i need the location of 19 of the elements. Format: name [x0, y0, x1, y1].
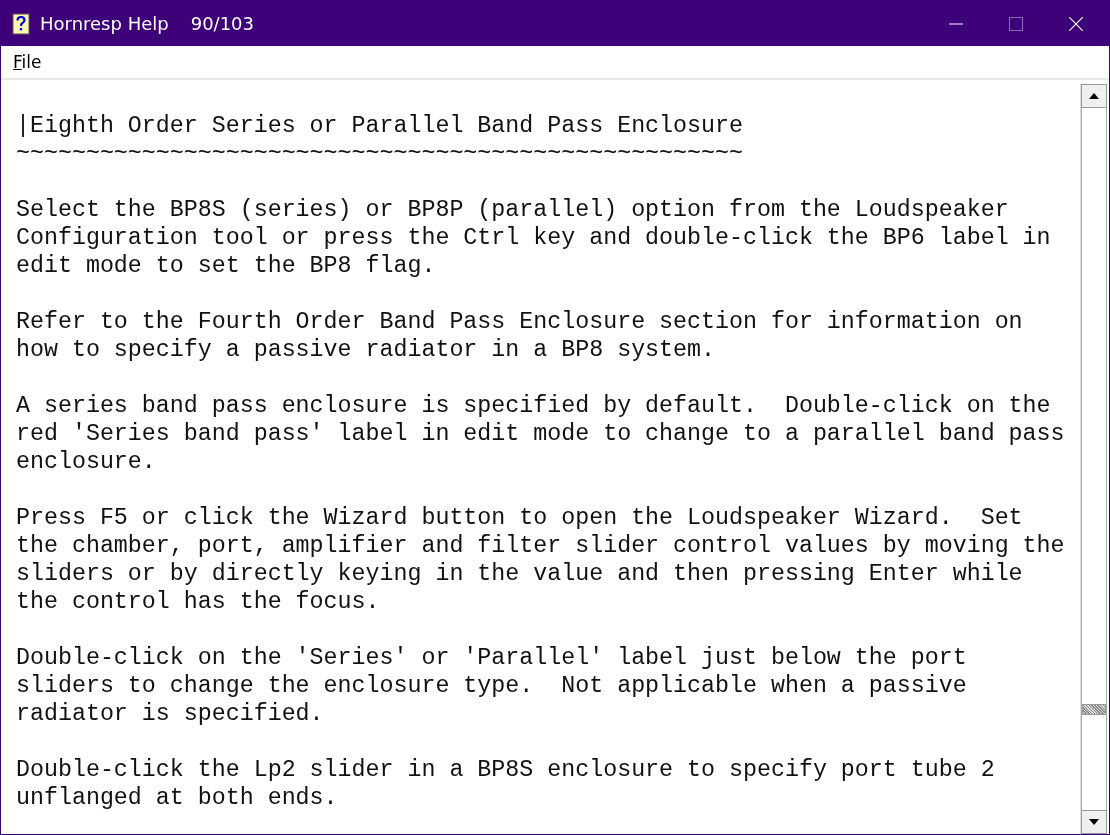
- paragraph: A series band pass enclosure is specified by default. Double-click on the red 'Series band pass' label in edit mode to change to a parallel band pass enclosure.: [16, 392, 1066, 476]
- help-icon: [12, 12, 30, 35]
- up-arrow-icon: [1089, 93, 1099, 99]
- scroll-thumb[interactable]: [1082, 704, 1106, 715]
- menu-item[interactable]: File: [13, 52, 42, 72]
- window-title: Hornresp Help: [40, 13, 169, 34]
- down-arrow-icon: [1089, 819, 1099, 825]
- paragraph: Double-click on the 'Series' or 'Parallel' label just below the port sliders to change the enclosure type. Not applicable when a passive radiator is specified.: [16, 644, 968, 728]
- scroll-down-button[interactable]: [1081, 810, 1107, 834]
- close-icon[interactable]: [1069, 16, 1083, 31]
- page-counter: 90/103: [190, 13, 254, 34]
- maximize-icon[interactable]: [1009, 16, 1023, 31]
- heading-underline: ~~~~~~~~~~~~~~~~~~~~~~~~~~~~~~~~~~~~~~~~~~~~~~~~~~~~: [16, 140, 744, 168]
- paragraph: Select the BP8S (series) or BP8P (parallel) option from the Loudspeaker Configuration tool or press the Ctrl key and double-click the BP6 label in edit mode to set the BP8 flag.: [16, 196, 1052, 280]
- paragraph: Refer to the Fourth Order Band Pass Enclosure section for information on how to specify a passive radiator in a BP8 system.: [16, 308, 1024, 364]
- scroll-up-button[interactable]: [1081, 84, 1107, 108]
- help-heading: |Eighth Order Series or Parallel Band Pass Enclosure: [16, 112, 744, 140]
- paragraph: Double-click the Lp2 slider in a BP8S enclosure to specify port tube 2 unflanged at both ends.: [16, 756, 996, 812]
- paragraph: Press F5 or click the Wizard button to open the Loudspeaker Wizard. Set the chamber, port, amplifier and filter slider control values by moving the sliders or by directly keying in the value and then pressing Enter while the control has the focus.: [16, 504, 1066, 616]
